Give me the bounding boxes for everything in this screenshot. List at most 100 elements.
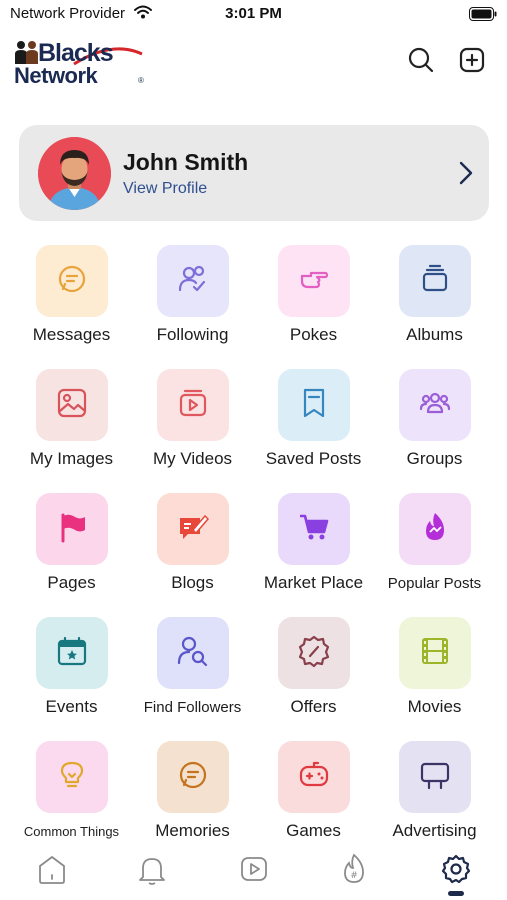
menu-item-icon-box <box>157 369 229 441</box>
flag-icon <box>55 510 89 549</box>
video-icon <box>176 386 210 425</box>
svg-text:#: # <box>350 871 358 881</box>
menu-item-label: Offers <box>290 697 337 716</box>
menu-item-common-things[interactable]: Common Things <box>11 741 132 861</box>
menu-item-pokes[interactable]: Pokes <box>253 245 374 365</box>
plus-square-icon <box>459 47 485 78</box>
menu-item-label: Following <box>156 325 229 344</box>
tab-settings[interactable] <box>436 854 476 888</box>
menu-item-label: Movies <box>407 697 462 716</box>
menu-item-icon-box <box>278 617 350 689</box>
menu-item-movies[interactable]: Movies <box>374 617 495 737</box>
menu-item-icon-box <box>36 617 108 689</box>
menu-item-icon-box <box>399 741 471 813</box>
menu-item-label: Pages <box>47 573 96 592</box>
menu-item-label: Memories <box>155 821 230 840</box>
blacks-network-logo[interactable]: Blacks Network ® <box>12 36 152 90</box>
menu-item-icon-box <box>157 617 229 689</box>
profile-name: John Smith <box>123 149 249 175</box>
image-icon <box>55 386 89 425</box>
menu-item-icon-box <box>399 245 471 317</box>
menu-item-blogs[interactable]: Blogs <box>132 493 253 613</box>
chevron-right-icon <box>459 161 473 190</box>
menu-item-label: Find Followers <box>143 699 242 716</box>
menu-item-advertising[interactable]: Advertising <box>374 741 495 861</box>
active-tab-indicator <box>448 891 464 896</box>
groups-icon <box>418 386 452 425</box>
logo-line2: Network <box>14 63 98 88</box>
view-profile-link[interactable]: View Profile <box>123 180 207 198</box>
user-search-icon <box>176 634 210 673</box>
menu-item-label: Messages <box>32 325 111 344</box>
tab-play[interactable] <box>234 854 274 888</box>
billboard-icon <box>418 758 452 797</box>
settings-icon <box>439 852 473 891</box>
menu-item-icon-box <box>36 741 108 813</box>
menu-item-icon-box <box>157 741 229 813</box>
pointing-hand-icon <box>297 262 331 301</box>
cart-icon <box>297 510 331 549</box>
trending-icon: # <box>337 852 371 891</box>
clock: 3:01 PM <box>225 5 282 22</box>
menu-item-label: Albums <box>406 325 463 344</box>
blog-icon <box>176 510 210 549</box>
menu-item-find-followers[interactable]: Find Followers <box>132 617 253 737</box>
search-button[interactable] <box>405 46 437 78</box>
memories-icon <box>176 758 210 797</box>
menu-item-icon-box <box>278 245 350 317</box>
menu-item-label: Events <box>45 697 98 716</box>
bell-icon <box>135 852 169 891</box>
user-check-icon <box>176 262 210 301</box>
menu-item-memories[interactable]: Memories <box>132 741 253 861</box>
fire-icon <box>418 510 452 549</box>
menu-item-icon-box <box>399 493 471 565</box>
status-bar: Network Provider 3:01 PM <box>0 0 507 28</box>
menu-item-icon-box <box>157 245 229 317</box>
play-icon <box>237 852 271 891</box>
menu-item-icon-box <box>278 493 350 565</box>
album-stack-icon <box>418 262 452 301</box>
logo-registered-mark: ® <box>138 76 144 85</box>
menu-item-popular-posts[interactable]: Popular Posts <box>374 493 495 613</box>
menu-item-label: Market Place <box>263 573 364 592</box>
search-icon <box>408 47 434 78</box>
tab-trending[interactable]: # <box>334 852 374 891</box>
menu-item-label: My Videos <box>152 449 233 468</box>
bottom-tab-bar: # <box>0 846 507 900</box>
menu-item-my-images[interactable]: My Images <box>11 369 132 489</box>
tab-bell[interactable] <box>132 854 172 888</box>
menu-item-events[interactable]: Events <box>11 617 132 737</box>
menu-item-market-place[interactable]: Market Place <box>253 493 374 613</box>
film-icon <box>418 634 452 673</box>
menu-item-games[interactable]: Games <box>253 741 374 861</box>
menu-item-icon-box <box>36 493 108 565</box>
menu-item-icon-box <box>36 369 108 441</box>
menu-item-groups[interactable]: Groups <box>374 369 495 489</box>
profile-card[interactable]: John Smith View Profile <box>19 125 489 221</box>
menu-item-icon-box <box>399 369 471 441</box>
menu-item-my-videos[interactable]: My Videos <box>132 369 253 489</box>
menu-item-messages[interactable]: Messages <box>11 245 132 365</box>
menu-item-following[interactable]: Following <box>132 245 253 365</box>
menu-item-icon-box <box>399 617 471 689</box>
battery-icon <box>469 7 497 26</box>
gamepad-icon <box>297 758 331 797</box>
menu-item-pages[interactable]: Pages <box>11 493 132 613</box>
menu-item-saved-posts[interactable]: Saved Posts <box>253 369 374 489</box>
menu-item-label: Common Things <box>23 824 120 839</box>
avatar <box>38 137 111 210</box>
tab-home[interactable] <box>32 854 72 888</box>
menu-item-label: Blogs <box>171 573 214 592</box>
menu-item-icon-box <box>278 741 350 813</box>
menu-item-albums[interactable]: Albums <box>374 245 495 365</box>
create-post-button[interactable] <box>456 46 488 78</box>
menu-item-label: Popular Posts <box>387 575 482 592</box>
message-icon <box>55 262 89 301</box>
bookmark-icon <box>297 386 331 425</box>
home-icon <box>35 852 69 891</box>
menu-item-offers[interactable]: Offers <box>253 617 374 737</box>
menu-item-icon-box <box>157 493 229 565</box>
menu-item-label: My Images <box>29 449 114 468</box>
menu-item-label: Games <box>286 821 341 840</box>
menu-item-label: Pokes <box>289 325 338 344</box>
